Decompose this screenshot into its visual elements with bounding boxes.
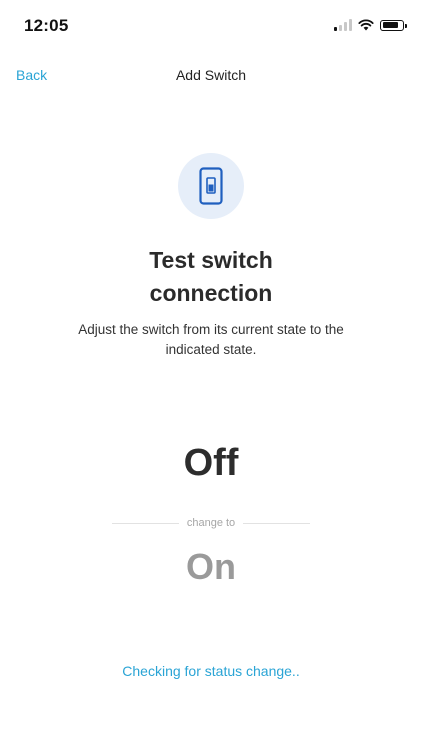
cellular-signal-icon — [334, 19, 352, 31]
change-to-label: change to — [186, 517, 236, 529]
heading-line-1: Test switch — [149, 247, 273, 273]
divider-line-right — [243, 522, 311, 524]
status-icons — [334, 16, 407, 34]
target-state-label: On — [186, 546, 236, 587]
wifi-icon — [358, 19, 374, 31]
divider-line-left — [112, 522, 179, 524]
light-switch-icon — [199, 167, 223, 205]
current-state-label: Off — [183, 442, 239, 484]
page-title: Add Switch — [175, 67, 247, 83]
switch-icon-container — [178, 153, 244, 219]
status-message: Checking for status change.. — [122, 663, 300, 679]
change-to-divider: change to — [112, 517, 311, 529]
heading-line-2: connection — [149, 280, 273, 306]
test-connection-heading: Test switch connection — [0, 244, 422, 310]
status-time: 12:05 — [24, 16, 69, 35]
instruction-text: Adjust the switch from its current state… — [78, 322, 344, 357]
battery-icon — [380, 19, 407, 31]
status-bar: 12:05 — [0, 0, 422, 50]
